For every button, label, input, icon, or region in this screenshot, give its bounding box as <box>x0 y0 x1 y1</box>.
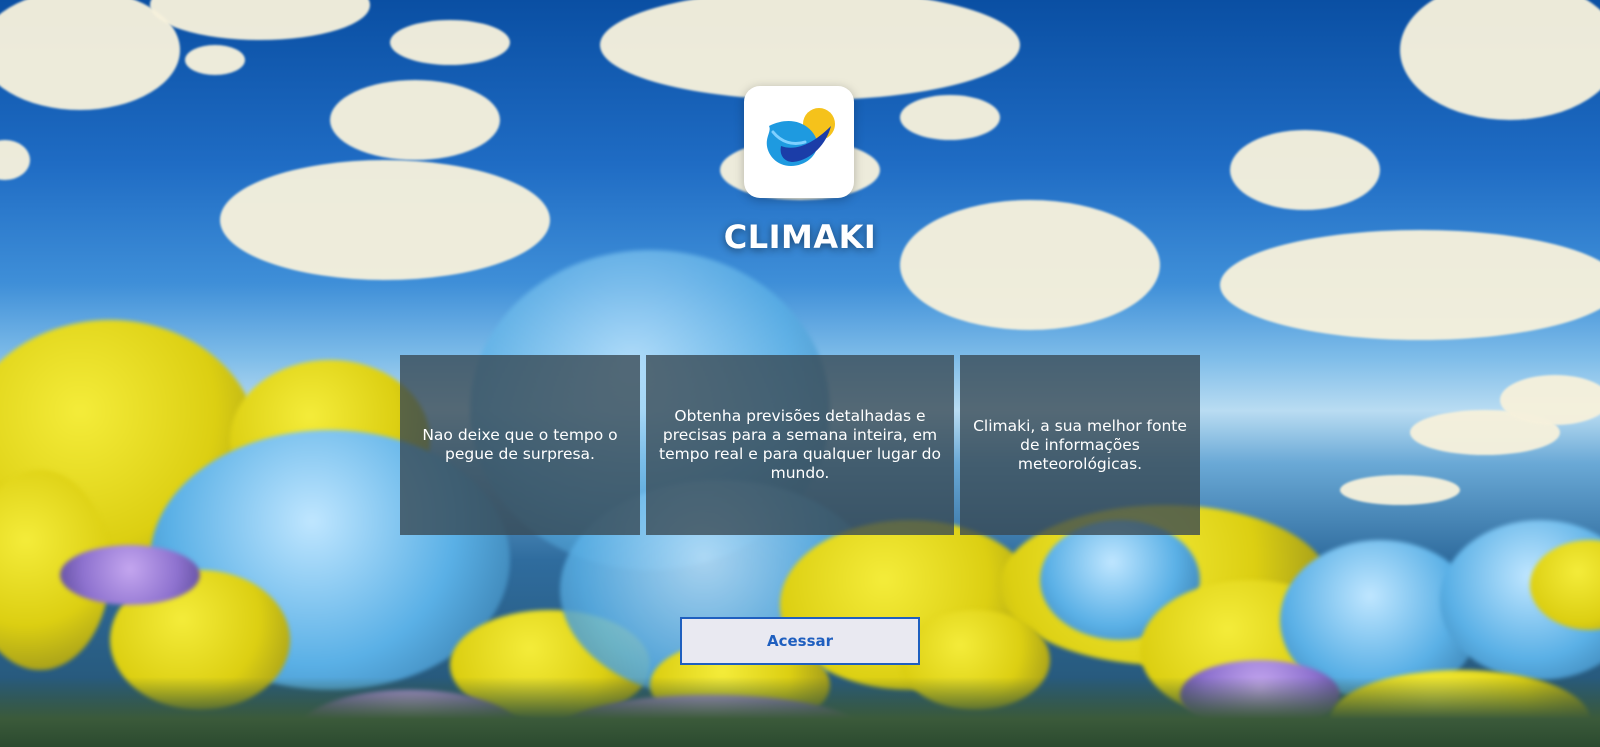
cloud <box>330 80 500 160</box>
cloud <box>1400 0 1600 120</box>
cloud <box>150 0 370 40</box>
feature-card: Climaki, a sua melhor fonte de informaçõ… <box>960 355 1200 535</box>
feature-card: Nao deixe que o tempo o pegue de surpres… <box>400 355 640 535</box>
cloud <box>220 160 550 280</box>
cloud <box>900 95 1000 140</box>
feature-card-text: Obtenha previsões detalhadas e precisas … <box>659 407 941 482</box>
cloud <box>600 0 1020 100</box>
ground <box>0 677 1600 747</box>
cloud <box>0 140 30 180</box>
feature-card: Obtenha previsões detalhadas e precisas … <box>646 355 954 535</box>
cloud <box>390 20 510 65</box>
cloud <box>1220 230 1600 340</box>
access-button[interactable]: Acessar <box>680 617 920 665</box>
cloud <box>1230 130 1380 210</box>
cloud <box>185 45 245 75</box>
app-logo <box>744 86 854 198</box>
feature-card-text: Climaki, a sua melhor fonte de informaçõ… <box>973 416 1187 473</box>
climaki-logo-icon <box>766 108 835 166</box>
feature-card-text: Nao deixe que o tempo o pegue de surpres… <box>422 426 618 463</box>
brand-title: CLIMAKI <box>723 218 877 256</box>
cloud <box>0 0 180 110</box>
cloud <box>1500 375 1600 425</box>
cloud <box>1340 475 1460 505</box>
bush <box>60 545 200 605</box>
